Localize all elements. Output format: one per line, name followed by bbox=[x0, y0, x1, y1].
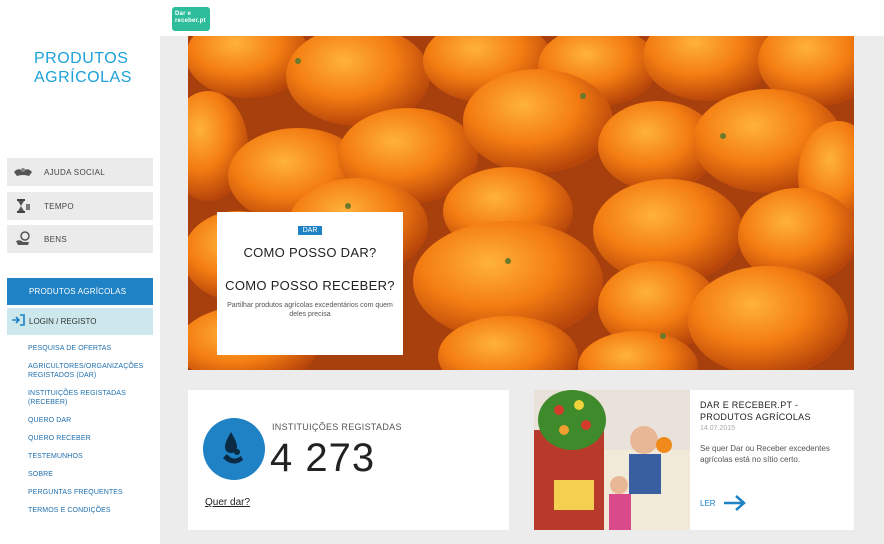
menu-item-sobre[interactable]: SOBRE bbox=[28, 470, 156, 479]
category-bens[interactable]: BENS bbox=[7, 225, 153, 253]
site-logo[interactable]: Dar e receber.pt bbox=[172, 7, 210, 31]
news-card: DAR E RECEBER.PT - PRODUTOS AGRÍCOLAS 14… bbox=[534, 390, 854, 530]
menu-item-perguntas-frequentes[interactable]: PERGUNTAS FREQUENTES bbox=[28, 488, 156, 497]
nav-produtos-agricolas[interactable]: PRODUTOS AGRÍCOLAS bbox=[7, 278, 153, 305]
section-brand-title: PRODUTOS AGRÍCOLAS bbox=[34, 50, 132, 86]
logo-text: Dar e receber.pt bbox=[175, 11, 206, 24]
stat-value: 4 273 bbox=[270, 436, 376, 480]
hero-card: DAR COMO POSSO DAR? COMO POSSO RECEBER? … bbox=[217, 212, 403, 355]
hero-description: Partilhar produtos agrícolas excedentári… bbox=[227, 302, 393, 318]
menu-item-quero-dar[interactable]: QUERO DAR bbox=[28, 416, 156, 425]
stat-label: INSTITUIÇÕES REGISTADAS bbox=[272, 422, 402, 432]
sidebar: PRODUTOS AGRÍCOLAS AJUDA SOCIAL TEMPO BE… bbox=[0, 0, 160, 544]
menu-item-pesquisa-ofertas[interactable]: PESQUISA DE OFERTAS bbox=[28, 344, 156, 353]
menu-item-quero-receber[interactable]: QUERO RECEBER bbox=[28, 434, 156, 443]
stats-card: INSTITUIÇÕES REGISTADAS 4 273 Quer dar? bbox=[188, 390, 509, 530]
hand-coin-icon bbox=[13, 231, 33, 247]
read-more-label: LER bbox=[700, 498, 716, 508]
read-more-link[interactable]: LER bbox=[700, 494, 748, 512]
news-thumbnail[interactable] bbox=[534, 390, 690, 530]
category-tempo[interactable]: TEMPO bbox=[7, 192, 153, 220]
login-register-button[interactable]: LOGIN / REGISTO bbox=[7, 308, 153, 335]
hero-question-dar[interactable]: COMO POSSO DAR? bbox=[217, 245, 403, 260]
menu-item-agricultores[interactable]: AGRICULTORES/ORGANIZAÇÕES REGISTADOS (DA… bbox=[28, 362, 156, 380]
category-ajuda-social[interactable]: AJUDA SOCIAL bbox=[7, 158, 153, 186]
news-title[interactable]: DAR E RECEBER.PT - PRODUTOS AGRÍCOLAS bbox=[700, 399, 850, 423]
menu-item-termos-condicoes[interactable]: TERMOS E CONDIÇÕES bbox=[28, 506, 156, 515]
news-body: Se quer Dar ou Receber excedentes agríco… bbox=[700, 444, 830, 464]
hero-question-receber[interactable]: COMO POSSO RECEBER? bbox=[217, 278, 403, 293]
login-icon bbox=[11, 313, 25, 331]
sidebar-menu: PESQUISA DE OFERTAS AGRICULTORES/ORGANIZ… bbox=[28, 344, 156, 524]
hourglass-icon bbox=[13, 198, 33, 214]
menu-item-instituicoes[interactable]: INSTITUIÇÕES REGISTADAS (RECEBER) bbox=[28, 389, 156, 407]
news-date: 14.07.2015 bbox=[700, 425, 736, 432]
arrow-right-icon bbox=[723, 495, 746, 511]
drop-hand-icon bbox=[203, 418, 265, 480]
menu-item-testemunhos[interactable]: TESTEMUNHOS bbox=[28, 452, 156, 461]
quer-dar-link[interactable]: Quer dar? bbox=[205, 497, 250, 508]
hands-icon bbox=[13, 164, 33, 180]
dar-tag[interactable]: DAR bbox=[297, 226, 323, 235]
